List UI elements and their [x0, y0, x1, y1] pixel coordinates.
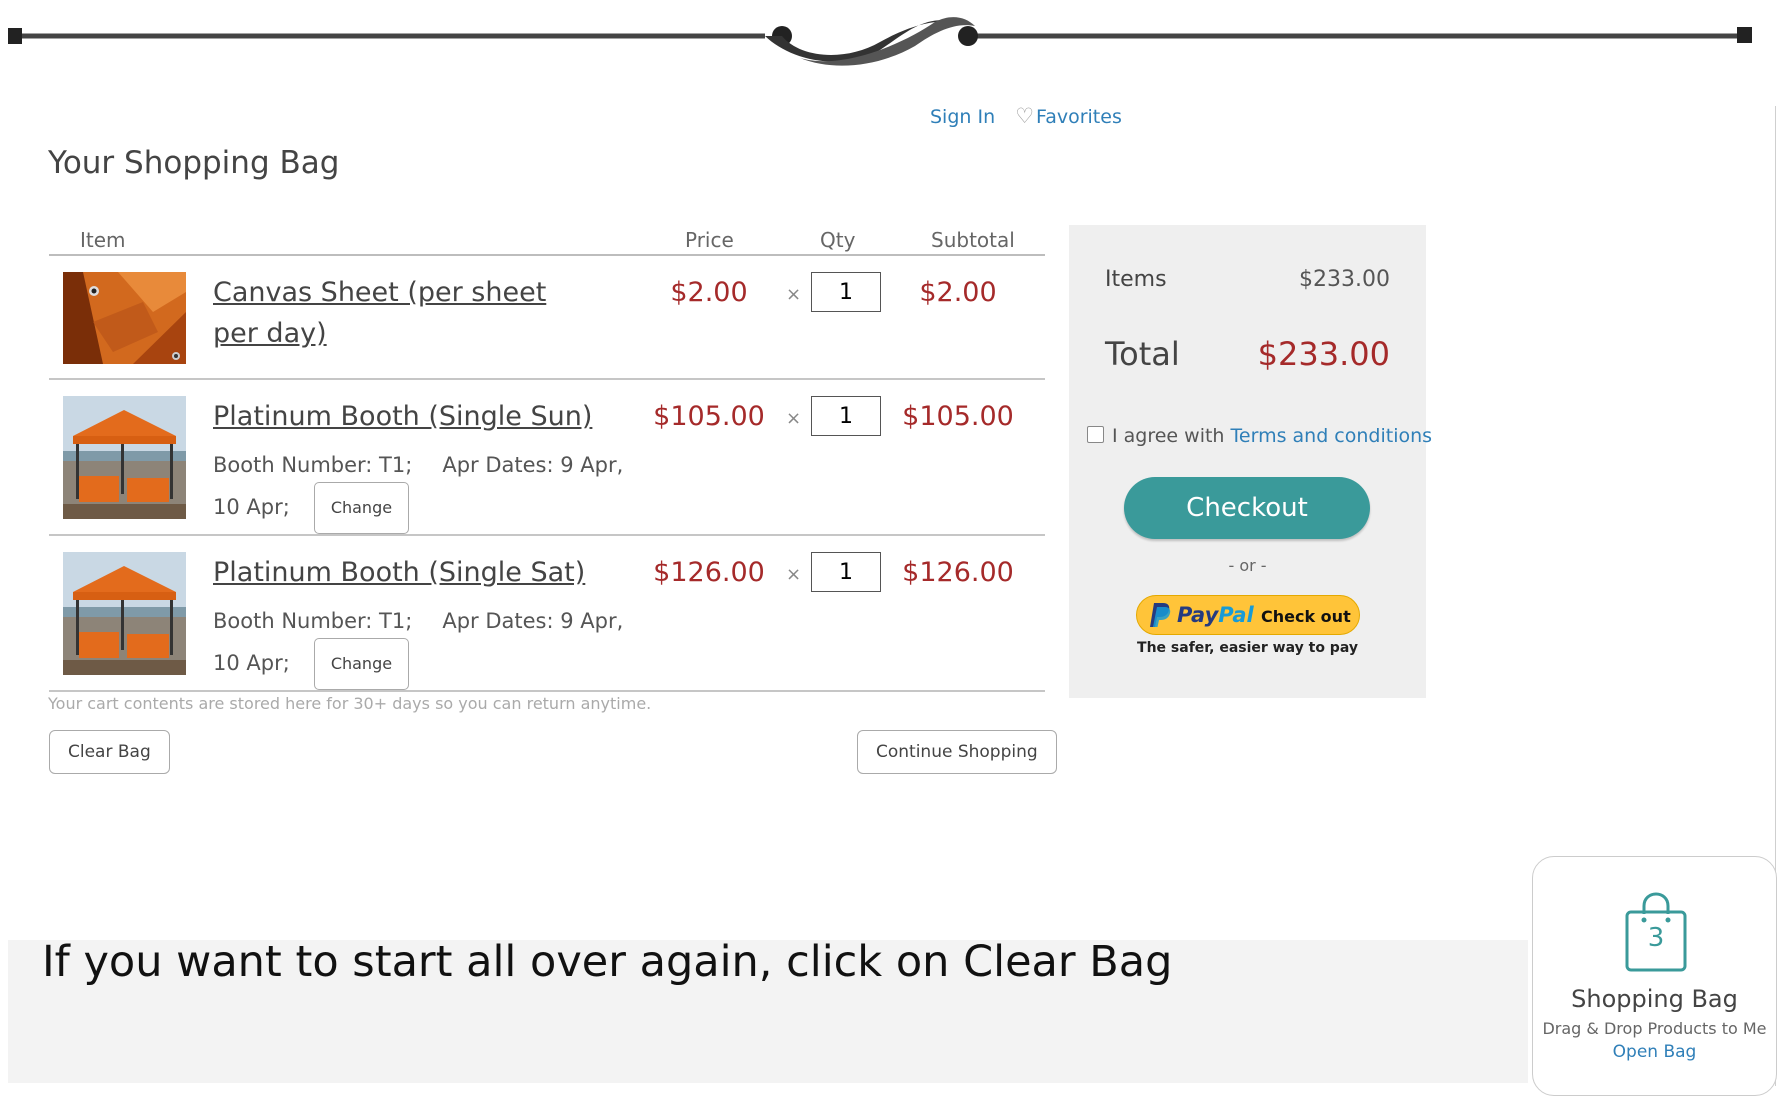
item-subtotal: $126.00	[902, 557, 1014, 588]
booking-details: Booth Number: T1; Apr Dates: 9 Apr, 10 Ap…	[213, 604, 633, 690]
change-booking-button[interactable]: Change	[313, 638, 410, 690]
account-links: Sign In ♡ Favorites	[930, 104, 1122, 128]
continue-shopping-button[interactable]: Continue Shopping	[857, 730, 1057, 774]
terms-checkbox[interactable]	[1087, 426, 1104, 443]
terms-agreement: I agree with Terms and conditions	[1087, 425, 1432, 447]
terms-link[interactable]: Terms and conditions	[1231, 425, 1433, 447]
paypal-tagline: The safer, easier way to pay	[1137, 640, 1358, 656]
instruction-caption: If you want to start all over again, cli…	[42, 937, 1173, 987]
multiply-sign: ×	[786, 564, 802, 585]
product-name-link[interactable]: Platinum Booth (Single Sat)	[213, 552, 598, 593]
table-row: Canvas Sheet (per sheet per day) $2.00 ×…	[49, 256, 1045, 380]
items-value: $233.00	[1299, 267, 1390, 292]
paypal-checkout-label: Check out	[1261, 607, 1351, 626]
paypal-logo-icon	[1150, 603, 1171, 627]
product-image-booth[interactable]	[63, 396, 186, 519]
item-price: $2.00	[670, 277, 748, 308]
quantity-input[interactable]	[811, 396, 881, 436]
product-image-canvas-sheet[interactable]	[63, 272, 186, 364]
table-row: Platinum Booth (Single Sun) Booth Number…	[49, 380, 1045, 536]
table-row: Platinum Booth (Single Sat) Booth Number…	[49, 536, 1045, 692]
booking-dates: Apr Dates: 9 Apr,	[442, 609, 624, 633]
open-bag-link[interactable]: Open Bag	[1533, 1042, 1776, 1062]
quantity-input[interactable]	[811, 552, 881, 592]
product-image-booth[interactable]	[63, 552, 186, 675]
product-name-link[interactable]: Canvas Sheet (per sheet per day)	[213, 272, 598, 354]
item-subtotal: $105.00	[902, 401, 1014, 432]
bag-widget-title: Shopping Bag	[1571, 985, 1738, 1013]
booking-dates-continued: 10 Apr;	[213, 651, 290, 675]
multiply-sign: ×	[786, 284, 802, 305]
total-label: Total	[1105, 335, 1180, 373]
bag-item-count: 3	[1647, 923, 1665, 953]
header-ornament	[8, 17, 1752, 66]
column-header-subtotal: Subtotal	[931, 228, 1015, 252]
bag-widget-subtitle: Drag & Drop Products to Me	[1542, 1019, 1767, 1038]
or-separator: - or -	[1228, 556, 1267, 575]
heart-icon: ♡	[1015, 104, 1035, 128]
column-header-price: Price	[685, 228, 734, 252]
booth-number: Booth Number: T1;	[213, 453, 413, 477]
order-summary-panel: Items $233.00 Total $233.00 I agree with…	[1069, 225, 1432, 698]
favorites-link[interactable]: ♡ Favorites	[1015, 104, 1122, 128]
sign-in-link[interactable]: Sign In	[930, 106, 995, 128]
booking-dates: Apr Dates: 9 Apr,	[442, 453, 624, 477]
booking-dates-continued: 10 Apr;	[213, 495, 290, 519]
item-subtotal: $2.00	[919, 277, 997, 308]
product-name-link[interactable]: Platinum Booth (Single Sun)	[213, 396, 598, 437]
paypal-wordmark: PayPal	[1177, 603, 1254, 627]
cart-table: Item Price Qty Subtotal Canvas Sheet (pe…	[49, 220, 1045, 692]
item-price: $105.00	[653, 401, 765, 432]
total-value: $233.00	[1257, 335, 1390, 373]
favorites-label: Favorites	[1036, 106, 1122, 128]
cart-storage-note: Your cart contents are stored here for 3…	[48, 694, 652, 713]
page-title: Your Shopping Bag	[48, 145, 340, 181]
booth-number: Booth Number: T1;	[213, 609, 413, 633]
multiply-sign: ×	[786, 408, 802, 429]
agree-text: I agree with	[1112, 425, 1225, 447]
shopping-bag-widget[interactable]: 3 Shopping Bag Drag & Drop Products to M…	[1532, 856, 1777, 1096]
column-header-qty: Qty	[820, 228, 856, 252]
cart-table-header: Item Price Qty Subtotal	[49, 220, 1045, 256]
column-header-item: Item	[80, 228, 126, 252]
item-price: $126.00	[653, 557, 765, 588]
checkout-button[interactable]: Checkout	[1124, 477, 1370, 539]
items-label: Items	[1105, 267, 1167, 292]
booking-details: Booth Number: T1; Apr Dates: 9 Apr, 10 Ap…	[213, 448, 633, 534]
paypal-checkout-button[interactable]: PayPal Check out	[1136, 595, 1360, 635]
clear-bag-button[interactable]: Clear Bag	[49, 730, 170, 774]
quantity-input[interactable]	[811, 272, 881, 312]
change-booking-button[interactable]: Change	[313, 482, 410, 534]
